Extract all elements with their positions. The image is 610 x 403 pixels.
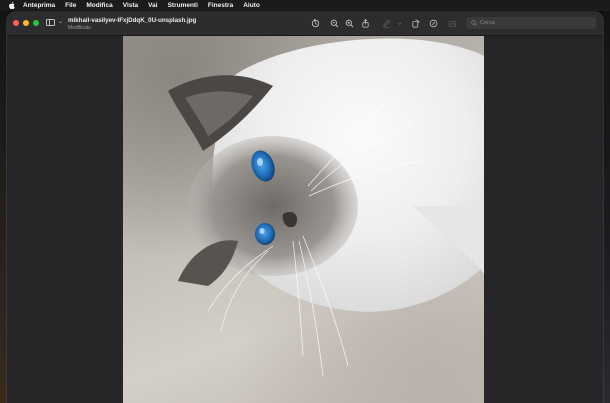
sidebar-toggle-icon[interactable] [46, 19, 55, 26]
apple-logo-icon[interactable] [8, 2, 16, 9]
crop-icon[interactable] [447, 18, 457, 28]
zoom-button[interactable] [33, 20, 39, 26]
window-toolbar: ⌄ mikhail-vasilyev-IFxjDdqK_0U-unsplash.… [7, 12, 603, 36]
preview-window: ⌄ mikhail-vasilyev-IFxjDdqK_0U-unsplash.… [7, 12, 603, 403]
highlight-icon[interactable] [428, 18, 438, 28]
close-button[interactable] [13, 20, 19, 26]
menu-strumenti[interactable]: Strumenti [168, 2, 198, 9]
markup-pen-icon[interactable] [381, 18, 391, 28]
minimize-button[interactable] [23, 20, 29, 26]
rotate-icon[interactable] [310, 18, 320, 28]
cat-illustration [168, 38, 484, 377]
menu-finestra[interactable]: Finestra [208, 2, 233, 9]
search-field[interactable] [466, 17, 596, 29]
cat-photo[interactable] [123, 36, 484, 403]
menu-vista[interactable]: Vista [123, 2, 138, 9]
menu-bar: Anteprima File Modifica Vista Vai Strume… [0, 0, 610, 11]
menu-modifica[interactable]: Modifica [86, 2, 112, 9]
menu-app-name[interactable]: Anteprima [23, 2, 55, 9]
zoom-in-icon[interactable] [344, 18, 354, 28]
image-canvas[interactable] [7, 36, 603, 403]
search-input[interactable] [477, 20, 590, 26]
share-icon[interactable] [360, 18, 370, 28]
menu-vai[interactable]: Vai [148, 2, 157, 9]
desktop-background-left [0, 11, 7, 403]
chevron-down-icon[interactable] [394, 18, 404, 28]
zoom-out-icon[interactable] [329, 18, 339, 28]
chevron-down-icon[interactable]: ⌄ [58, 18, 63, 25]
rotate-left-icon[interactable] [410, 18, 420, 28]
window-controls [13, 20, 39, 26]
document-status: Modificato [68, 25, 91, 31]
menu-aiuto[interactable]: Aiuto [243, 2, 260, 9]
desktop-background-right [603, 11, 610, 403]
menu-file[interactable]: File [65, 2, 76, 9]
document-title[interactable]: mikhail-vasilyev-IFxjDdqK_0U-unsplash.jp… [68, 17, 196, 24]
